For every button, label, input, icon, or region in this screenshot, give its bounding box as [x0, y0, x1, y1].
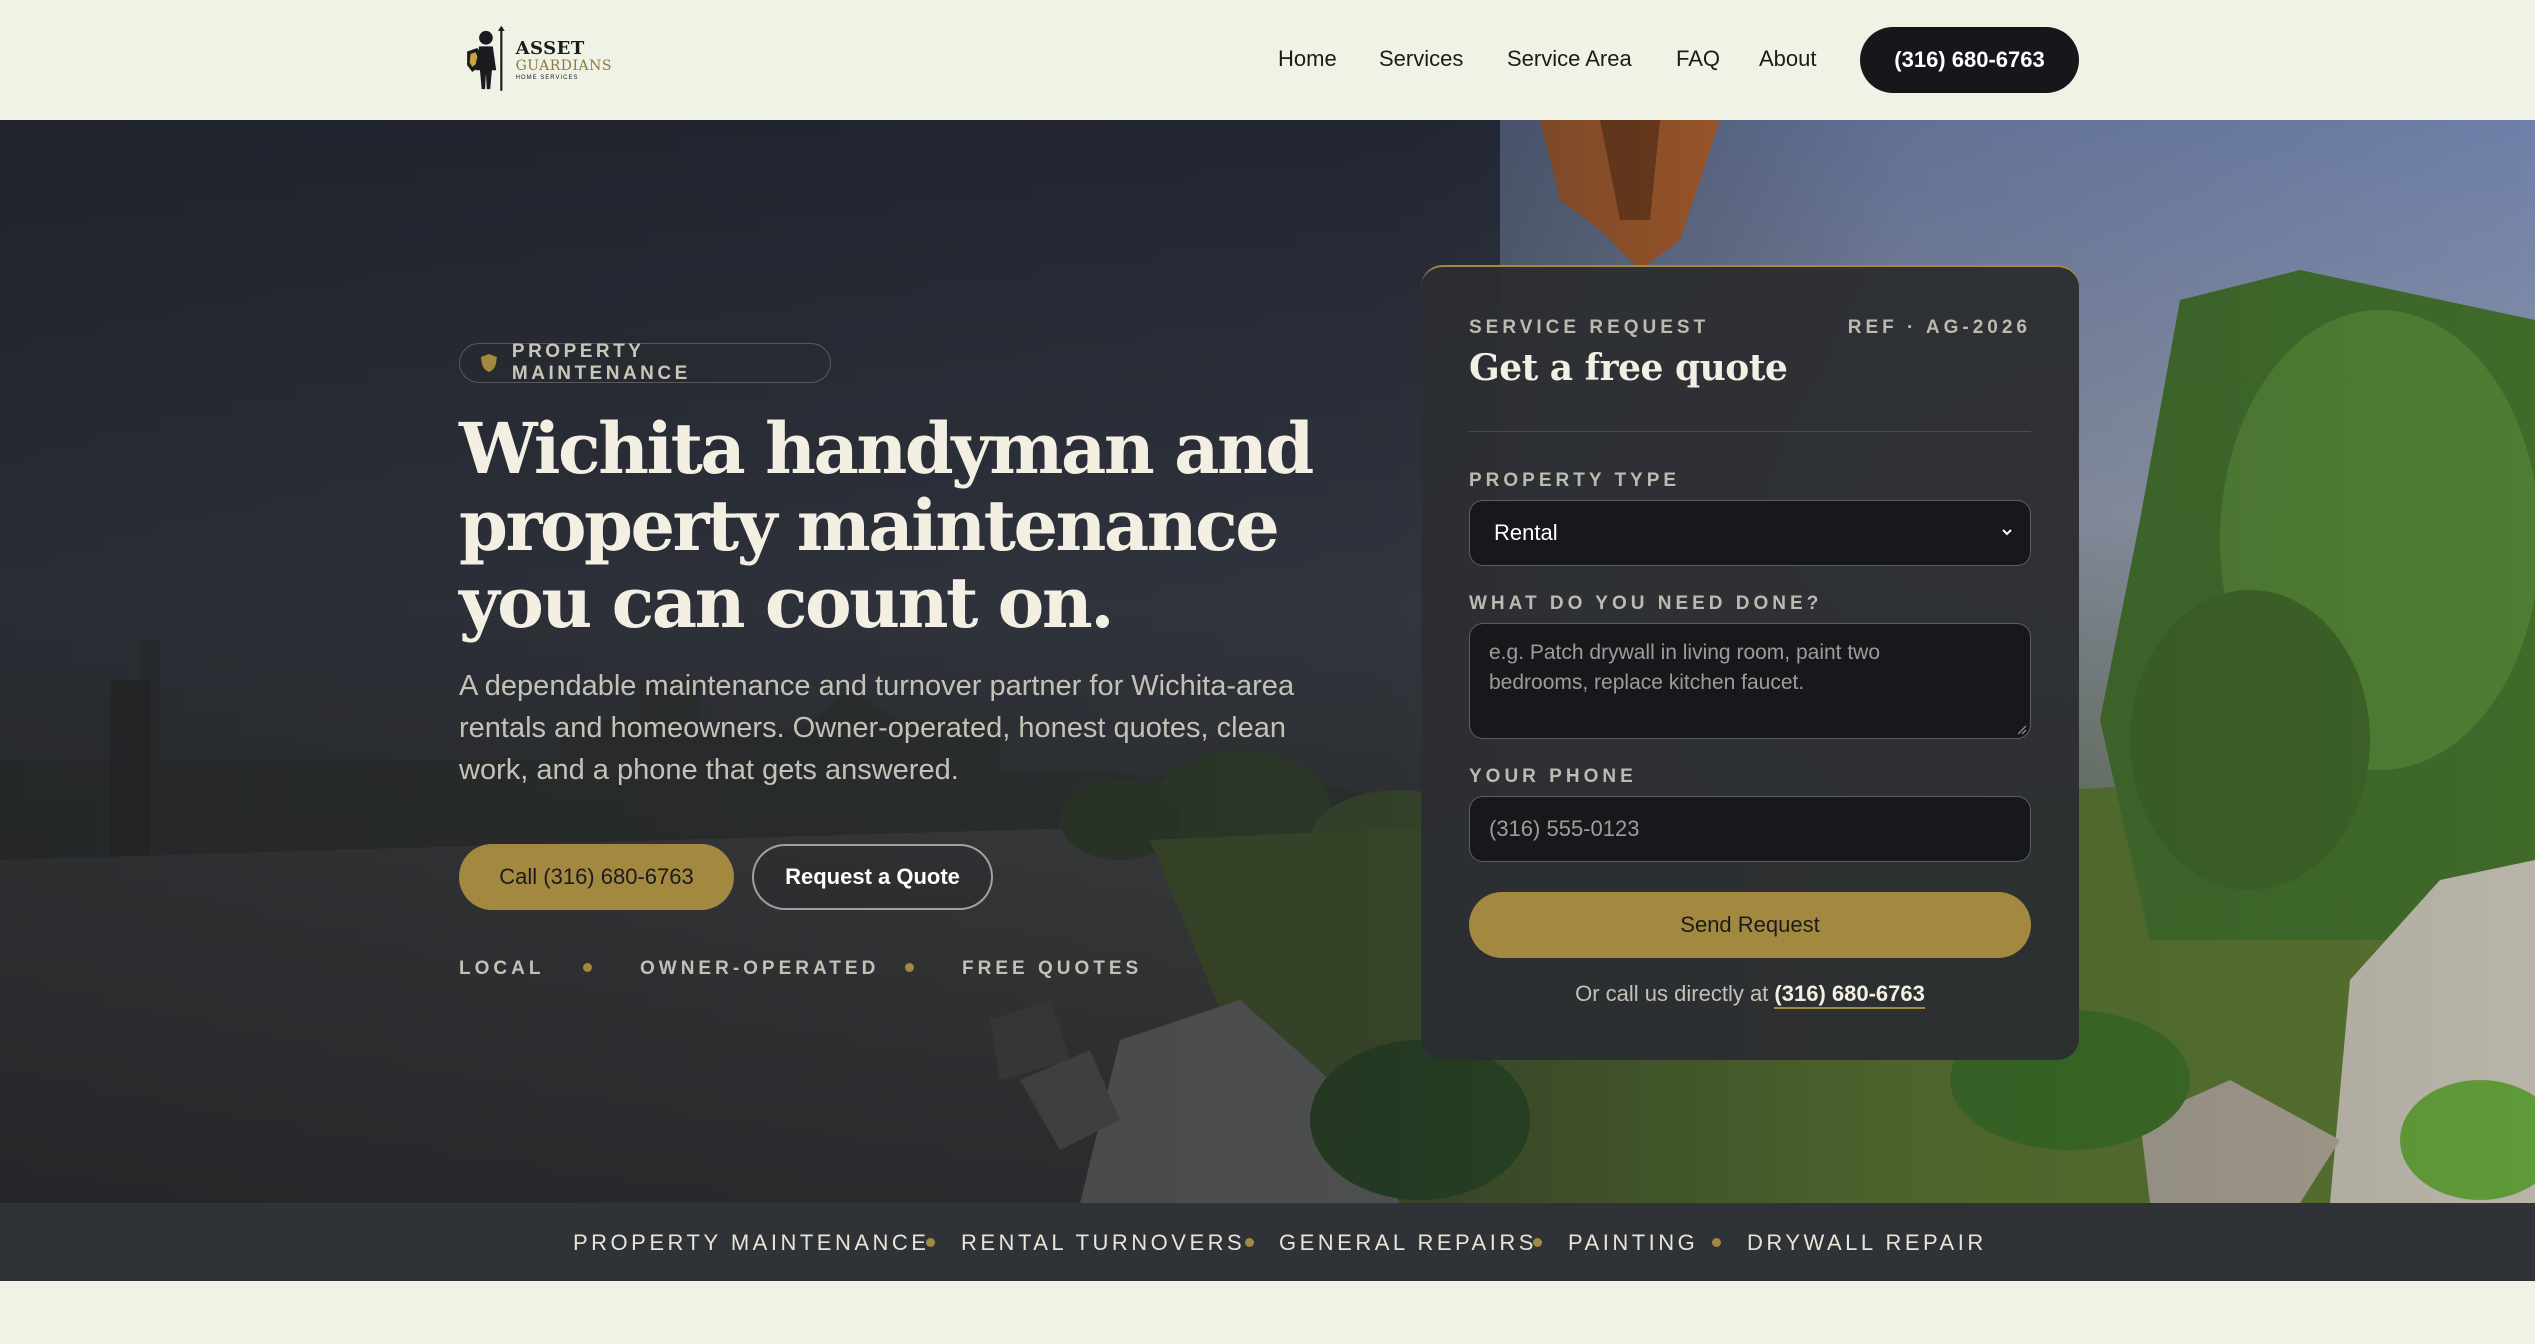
form-title: Get a free quote	[1469, 347, 1788, 389]
phone-placeholder: (316) 555-0123	[1489, 816, 1640, 841]
hero-background-image	[0, 120, 2535, 1203]
hero-call-button[interactable]: Call (316) 680-6763	[459, 844, 734, 910]
strip-separator-dot	[1245, 1238, 1254, 1247]
shield-icon	[480, 354, 497, 372]
header-call-button[interactable]: (316) 680-6763	[1860, 27, 2079, 93]
job-description-label: WHAT DO YOU NEED DONE?	[1469, 593, 1823, 614]
strip-separator-dot	[926, 1238, 935, 1247]
job-description-textarea[interactable]: e.g. Patch drywall in living room, paint…	[1469, 623, 2031, 739]
tag-separator-dot	[583, 963, 592, 972]
hero-subtitle: A dependable maintenance and turnover pa…	[459, 665, 1309, 791]
nav-faq[interactable]: FAQ	[1676, 46, 1720, 72]
quote-form-card: SERVICE REQUEST REF · AG-2026 Get a free…	[1421, 265, 2079, 1060]
site-header: ASSET GUARDIANS HOME SERVICES Home Servi…	[0, 0, 2535, 120]
job-description-placeholder-line-2: bedrooms, replace kitchen faucet.	[1489, 671, 1805, 694]
strip-item-painting: PAINTING	[1568, 1230, 1699, 1255]
hero-badge-label: PROPERTY MAINTENANCE	[511, 341, 691, 384]
hero-title-line-2: property maintenance	[459, 484, 1280, 567]
phone-label: YOUR PHONE	[1469, 766, 1637, 787]
chevron-down-icon	[2002, 529, 2012, 536]
hero-tag-local: LOCAL	[459, 958, 545, 979]
hero-section: PROPERTY MAINTENANCE Wichita handyman an…	[0, 120, 2535, 1203]
hero-tag-owner-operated: OWNER-OPERATED	[640, 958, 880, 979]
form-reference: REF · AG-2026	[1847, 317, 2031, 338]
property-type-select[interactable]: Rental	[1469, 500, 2031, 566]
nav-services[interactable]: Services	[1379, 46, 1463, 72]
knight-shield-icon	[467, 25, 505, 91]
services-strip: PROPERTY MAINTENANCE RENTAL TURNOVERS GE…	[0, 1203, 2535, 1281]
form-footer-phone-link[interactable]: (316) 680-6763	[1774, 981, 1925, 1009]
hero-subtitle-line-1: A dependable maintenance and turnover pa…	[459, 670, 1295, 702]
nav-service-area[interactable]: Service Area	[1507, 46, 1632, 72]
strip-item-general-repairs: GENERAL REPAIRS	[1279, 1230, 1537, 1255]
strip-separator-dot	[1712, 1238, 1721, 1247]
phone-input[interactable]: (316) 555-0123	[1469, 796, 2031, 862]
form-footer: Or call us directly at (316) 680-6763	[1421, 981, 2079, 1009]
hero-subtitle-line-2: rentals and homeowners. Owner-operated, …	[459, 712, 1286, 744]
send-request-button[interactable]: Send Request	[1469, 892, 2031, 958]
nav-about[interactable]: About	[1759, 46, 1817, 72]
property-type-label: PROPERTY TYPE	[1469, 470, 1681, 491]
logo-line-2: GUARDIANS	[515, 57, 612, 74]
form-divider	[1469, 431, 2031, 432]
hero-title: Wichita handyman and property maintenanc…	[459, 410, 1319, 641]
form-footer-text: Or call us directly at	[1575, 981, 1769, 1006]
hero-title-line-3: you can count on.	[459, 561, 1115, 644]
strip-separator-dot	[1533, 1238, 1542, 1247]
logo-line-1: ASSET	[515, 37, 585, 59]
hero-badge: PROPERTY MAINTENANCE	[459, 341, 831, 384]
form-eyebrow: SERVICE REQUEST	[1469, 317, 1710, 338]
nav-home[interactable]: Home	[1278, 46, 1337, 72]
strip-item-drywall-repair: DRYWALL REPAIR	[1747, 1230, 1987, 1255]
hero-tag-free-quotes: FREE QUOTES	[962, 958, 1143, 979]
brand-logo[interactable]: ASSET GUARDIANS HOME SERVICES	[462, 18, 612, 102]
strip-item-property-maintenance: PROPERTY MAINTENANCE	[573, 1230, 930, 1255]
job-description-placeholder-line-1: e.g. Patch drywall in living room, paint…	[1489, 641, 1881, 664]
tag-separator-dot	[905, 963, 914, 972]
logo-line-3: HOME SERVICES	[515, 74, 579, 81]
hero-subtitle-line-3: work, and a phone that gets answered.	[459, 754, 959, 786]
resize-handle-icon[interactable]	[2015, 723, 2027, 735]
hero-title-line-1: Wichita handyman and	[459, 407, 1314, 490]
strip-item-rental-turnovers: RENTAL TURNOVERS	[961, 1230, 1246, 1255]
request-quote-button[interactable]: Request a Quote	[752, 844, 993, 910]
property-type-value: Rental	[1494, 520, 1558, 545]
